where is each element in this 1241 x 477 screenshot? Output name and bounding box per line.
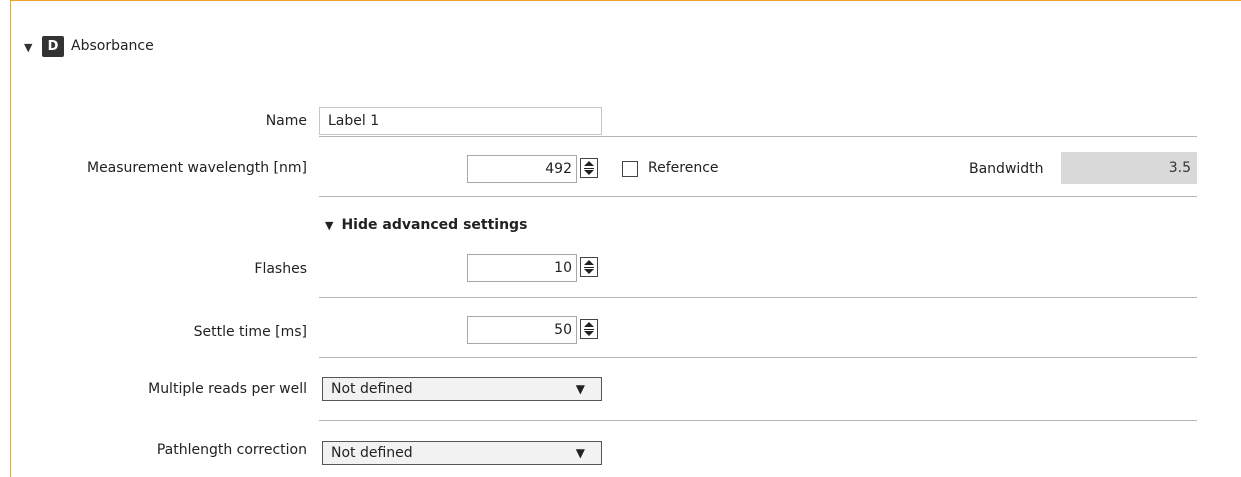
settle-time-label: Settle time [ms] xyxy=(193,324,307,340)
chevron-down-icon: ▼ xyxy=(575,446,585,460)
name-label: Name xyxy=(265,113,307,129)
spin-down-icon[interactable] xyxy=(584,269,594,274)
flashes-spinner-icon[interactable] xyxy=(580,257,598,277)
bandwidth-label: Bandwidth xyxy=(969,161,1044,177)
divider xyxy=(319,297,1197,298)
hide-advanced-settings-toggle[interactable]: ▼ Hide advanced settings xyxy=(325,217,527,233)
divider xyxy=(319,136,1197,137)
divider xyxy=(319,357,1197,358)
spin-up-icon[interactable] xyxy=(584,161,594,166)
reference-checkbox[interactable] xyxy=(622,161,638,177)
divider xyxy=(319,420,1197,421)
measurement-wavelength-label: Measurement wavelength [nm] xyxy=(86,160,307,176)
spin-up-icon[interactable] xyxy=(584,322,594,327)
flashes-input[interactable] xyxy=(467,254,577,282)
settle-time-input[interactable] xyxy=(467,316,577,344)
settle-time-spinner-icon[interactable] xyxy=(580,319,598,339)
panel-left-border xyxy=(10,0,11,477)
reference-label: Reference xyxy=(648,160,719,176)
section-badge: D xyxy=(42,36,64,57)
multiple-reads-value: Not defined xyxy=(331,381,413,397)
name-input[interactable] xyxy=(319,107,602,135)
section-title: Absorbance xyxy=(71,38,154,54)
collapse-triangle-icon[interactable]: ▼ xyxy=(24,41,32,54)
multiple-reads-select[interactable]: Not defined ▼ xyxy=(322,377,602,401)
bandwidth-value: 3.5 xyxy=(1061,152,1197,184)
pathlength-value: Not defined xyxy=(331,445,413,461)
spin-down-icon[interactable] xyxy=(584,170,594,175)
pathlength-label: Pathlength correction xyxy=(156,442,307,458)
pathlength-select[interactable]: Not defined ▼ xyxy=(322,441,602,465)
chevron-down-icon: ▼ xyxy=(575,382,585,396)
triangle-down-icon: ▼ xyxy=(325,219,334,232)
spin-down-icon[interactable] xyxy=(584,331,594,336)
flashes-label: Flashes xyxy=(254,261,307,277)
multiple-reads-label: Multiple reads per well xyxy=(148,381,307,397)
divider xyxy=(319,196,1197,197)
spin-up-icon[interactable] xyxy=(584,260,594,265)
advanced-toggle-label: Hide advanced settings xyxy=(341,217,528,233)
panel-top-border xyxy=(10,0,1241,1)
measurement-wavelength-input[interactable] xyxy=(467,155,577,183)
wavelength-spinner-icon[interactable] xyxy=(580,158,598,178)
